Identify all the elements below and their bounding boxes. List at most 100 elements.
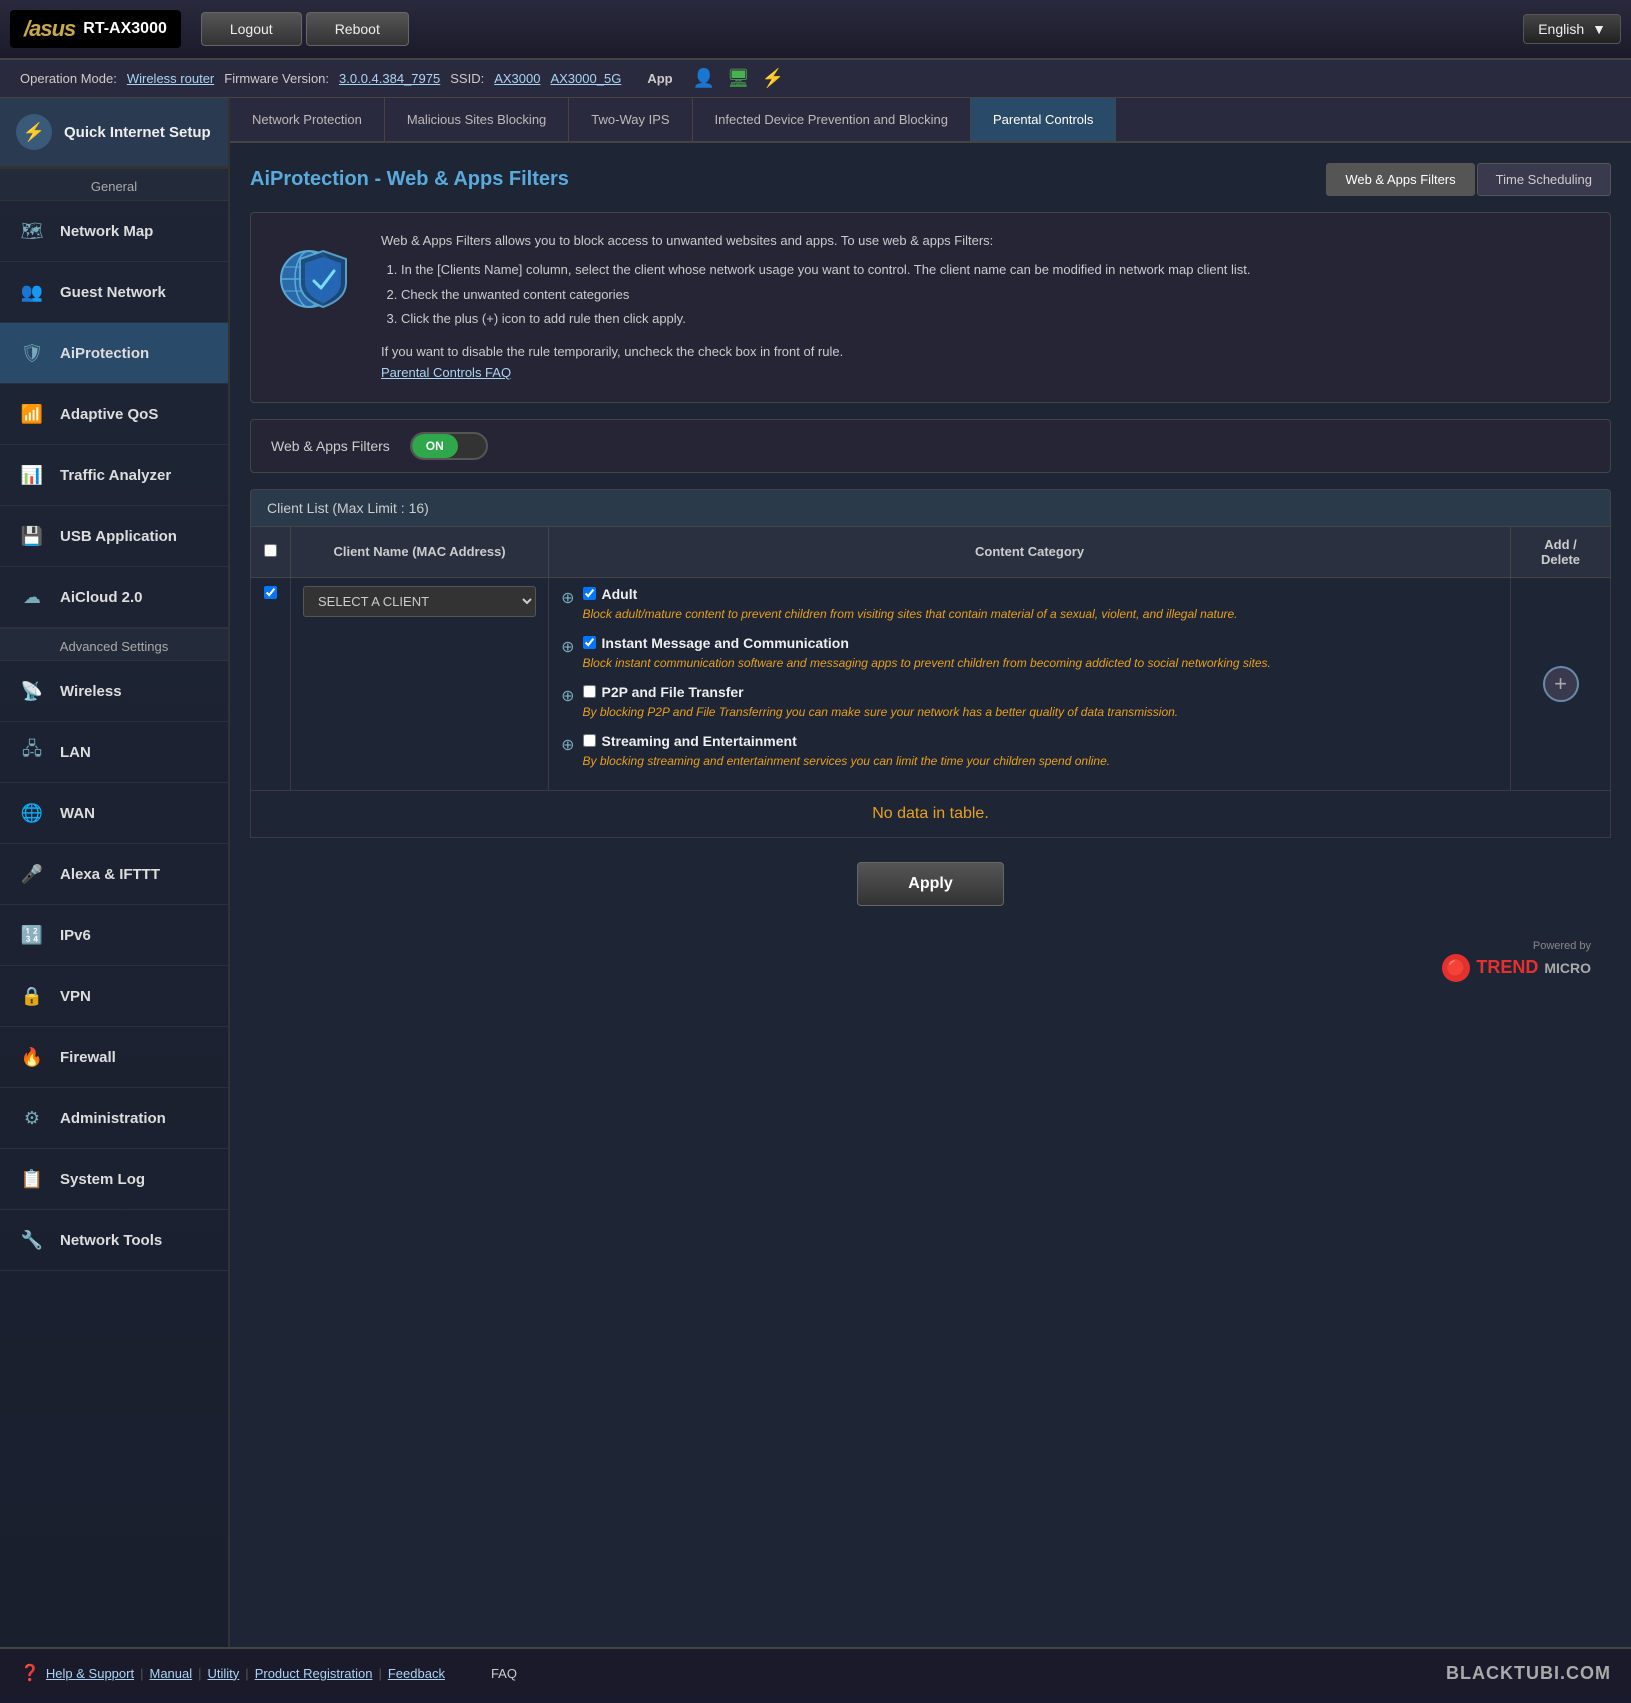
select-all-checkbox[interactable] bbox=[264, 544, 277, 557]
sidebar-item-label: Adaptive QoS bbox=[60, 406, 158, 423]
firmware-label: Firmware Version: bbox=[224, 71, 329, 86]
cat-plus-icon: ⊕ bbox=[561, 637, 574, 657]
utility-link[interactable]: Utility bbox=[208, 1666, 240, 1681]
cat-instant-label: Instant Message and Communication bbox=[602, 635, 849, 651]
sidebar-item-alexa[interactable]: 🎤 Alexa & IFTTT bbox=[0, 844, 228, 905]
sidebar-item-vpn[interactable]: 🔒 VPN bbox=[0, 966, 228, 1027]
monitor-icon[interactable]: 🖥 bbox=[727, 68, 750, 89]
parental-controls-faq-link[interactable]: Parental Controls FAQ bbox=[381, 365, 511, 380]
logout-button[interactable]: Logout bbox=[201, 12, 302, 46]
sidebar-item-wireless[interactable]: 📡 Wireless bbox=[0, 661, 228, 722]
cat-adult-desc: Block adult/mature content to prevent ch… bbox=[583, 605, 1499, 623]
logo-area: /asus RT-AX3000 bbox=[10, 10, 181, 48]
sub-tab-web-apps-filters[interactable]: Web & Apps Filters bbox=[1326, 163, 1474, 196]
row-checkbox[interactable] bbox=[264, 586, 277, 599]
cat-adult-content: Adult Block adult/mature content to prev… bbox=[583, 586, 1499, 623]
feedback-link[interactable]: Feedback bbox=[388, 1666, 445, 1681]
no-data-row: No data in table. bbox=[251, 790, 1611, 837]
content-category-cell: ⊕ Adult Block adult/mature content to pr… bbox=[549, 577, 1511, 790]
sidebar-item-label: Alexa & IFTTT bbox=[60, 866, 160, 883]
logo-model: RT-AX3000 bbox=[83, 20, 167, 38]
cat-plus-icon: ⊕ bbox=[561, 735, 574, 755]
help-support-link[interactable]: Help & Support bbox=[46, 1666, 134, 1681]
content-area: Network Protection Malicious Sites Block… bbox=[230, 98, 1631, 1647]
main-layout: ⚡ Quick Internet Setup General 🗺 Network… bbox=[0, 98, 1631, 1647]
client-dropdown[interactable]: SELECT A CLIENT bbox=[303, 586, 536, 617]
usb-icon[interactable]: ⚡ bbox=[762, 68, 784, 89]
wan-icon: 🌐 bbox=[16, 797, 48, 829]
sidebar-item-administration[interactable]: ⚙ Administration bbox=[0, 1088, 228, 1149]
sidebar-item-label: Firewall bbox=[60, 1049, 116, 1066]
cat-p2p-checkbox[interactable] bbox=[583, 685, 596, 698]
table-header-row: Client Name (MAC Address) Content Catego… bbox=[251, 526, 1611, 577]
sidebar-item-lan[interactable]: 🖧 LAN bbox=[0, 722, 228, 783]
tab-parental-controls[interactable]: Parental Controls bbox=[971, 98, 1116, 141]
reboot-button[interactable]: Reboot bbox=[306, 12, 409, 46]
network-tools-icon: 🔧 bbox=[16, 1224, 48, 1256]
apply-button[interactable]: Apply bbox=[857, 862, 1003, 906]
sidebar-item-label: Traffic Analyzer bbox=[60, 467, 171, 484]
category-p2p-row: ⊕ P2P and File Transfer By blocking P2P … bbox=[561, 684, 1498, 721]
sidebar-item-system-log[interactable]: 📋 System Log bbox=[0, 1149, 228, 1210]
tab-network-protection[interactable]: Network Protection bbox=[230, 98, 385, 141]
sidebar-item-aiprotection[interactable]: 🛡 AiProtection bbox=[0, 323, 228, 384]
firmware-link[interactable]: 3.0.0.4.384_7975 bbox=[339, 71, 440, 86]
cat-instant-content: Instant Message and Communication Block … bbox=[583, 635, 1499, 672]
operation-mode-link[interactable]: Wireless router bbox=[127, 71, 214, 86]
logo-asus: /asus bbox=[24, 16, 75, 42]
sidebar-item-label: AiCloud 2.0 bbox=[60, 589, 143, 606]
sidebar-item-label: Network Map bbox=[60, 223, 153, 240]
sidebar-item-aicloud[interactable]: ☁ AiCloud 2.0 bbox=[0, 567, 228, 628]
quick-setup-icon: ⚡ bbox=[16, 114, 52, 150]
sidebar-item-label: WAN bbox=[60, 805, 95, 822]
category-streaming-row: ⊕ Streaming and Entertainment By blockin… bbox=[561, 733, 1498, 770]
ssid-value1-link[interactable]: AX3000 bbox=[494, 71, 540, 86]
sidebar-item-label: Wireless bbox=[60, 683, 122, 700]
user-icon[interactable]: 👤 bbox=[693, 68, 715, 89]
col-client-name: Client Name (MAC Address) bbox=[291, 526, 549, 577]
sidebar-item-guest-network[interactable]: 👥 Guest Network bbox=[0, 262, 228, 323]
trend-logo: 🔴 TREND MICRO bbox=[270, 954, 1591, 982]
language-selector[interactable]: English ▼ bbox=[1523, 14, 1621, 44]
tab-malicious-sites[interactable]: Malicious Sites Blocking bbox=[385, 98, 569, 141]
cat-plus-icon: ⊕ bbox=[561, 686, 574, 706]
cat-streaming-checkbox[interactable] bbox=[583, 734, 596, 747]
sidebar-item-wan[interactable]: 🌐 WAN bbox=[0, 783, 228, 844]
product-registration-link[interactable]: Product Registration bbox=[255, 1666, 373, 1681]
table-row: SELECT A CLIENT ⊕ Adult bbox=[251, 577, 1611, 790]
ssid-label: SSID: bbox=[450, 71, 484, 86]
sidebar-item-quick-setup[interactable]: ⚡ Quick Internet Setup bbox=[0, 98, 228, 168]
cat-adult-checkbox[interactable] bbox=[583, 587, 596, 600]
sidebar-item-label: AiProtection bbox=[60, 345, 149, 362]
add-rule-button[interactable]: + bbox=[1543, 666, 1579, 702]
cat-plus-icon: ⊕ bbox=[561, 588, 574, 608]
sidebar-item-ipv6[interactable]: 🔢 IPv6 bbox=[0, 905, 228, 966]
sidebar-item-adaptive-qos[interactable]: 📶 Adaptive QoS bbox=[0, 384, 228, 445]
help-icon[interactable]: ❓ bbox=[20, 1663, 40, 1683]
aiprotection-icon: 🛡 bbox=[16, 337, 48, 369]
network-map-icon: 🗺 bbox=[16, 215, 48, 247]
sidebar-item-label: IPv6 bbox=[60, 927, 91, 944]
ssid-value2-link[interactable]: AX3000_5G bbox=[550, 71, 621, 86]
description-text: Web & Apps Filters allows you to block a… bbox=[381, 231, 1590, 384]
sidebar-item-label: System Log bbox=[60, 1171, 145, 1188]
cat-p2p-desc: By blocking P2P and File Transferring yo… bbox=[583, 703, 1499, 721]
cat-p2p-label: P2P and File Transfer bbox=[602, 684, 744, 700]
desc-intro: Web & Apps Filters allows you to block a… bbox=[381, 231, 1590, 252]
sidebar-item-traffic-analyzer[interactable]: 📊 Traffic Analyzer bbox=[0, 445, 228, 506]
trend-brand: TREND bbox=[1476, 957, 1538, 978]
toggle-switch[interactable]: ON bbox=[410, 432, 488, 460]
cat-instant-desc: Block instant communication software and… bbox=[583, 654, 1499, 672]
sidebar-item-usb-application[interactable]: 💾 USB Application bbox=[0, 506, 228, 567]
sidebar-item-network-tools[interactable]: 🔧 Network Tools bbox=[0, 1210, 228, 1271]
sub-tab-time-scheduling[interactable]: Time Scheduling bbox=[1477, 163, 1611, 196]
chevron-down-icon: ▼ bbox=[1592, 21, 1606, 37]
manual-link[interactable]: Manual bbox=[149, 1666, 192, 1681]
footer: ❓ Help & Support | Manual | Utility | Pr… bbox=[0, 1647, 1631, 1697]
cat-instant-checkbox[interactable] bbox=[583, 636, 596, 649]
tab-infected-device[interactable]: Infected Device Prevention and Blocking bbox=[693, 98, 971, 141]
sidebar-item-network-map[interactable]: 🗺 Network Map bbox=[0, 201, 228, 262]
sidebar-item-firewall[interactable]: 🔥 Firewall bbox=[0, 1027, 228, 1088]
cat-streaming-desc: By blocking streaming and entertainment … bbox=[583, 752, 1499, 770]
tab-two-way-ips[interactable]: Two-Way IPS bbox=[569, 98, 692, 141]
